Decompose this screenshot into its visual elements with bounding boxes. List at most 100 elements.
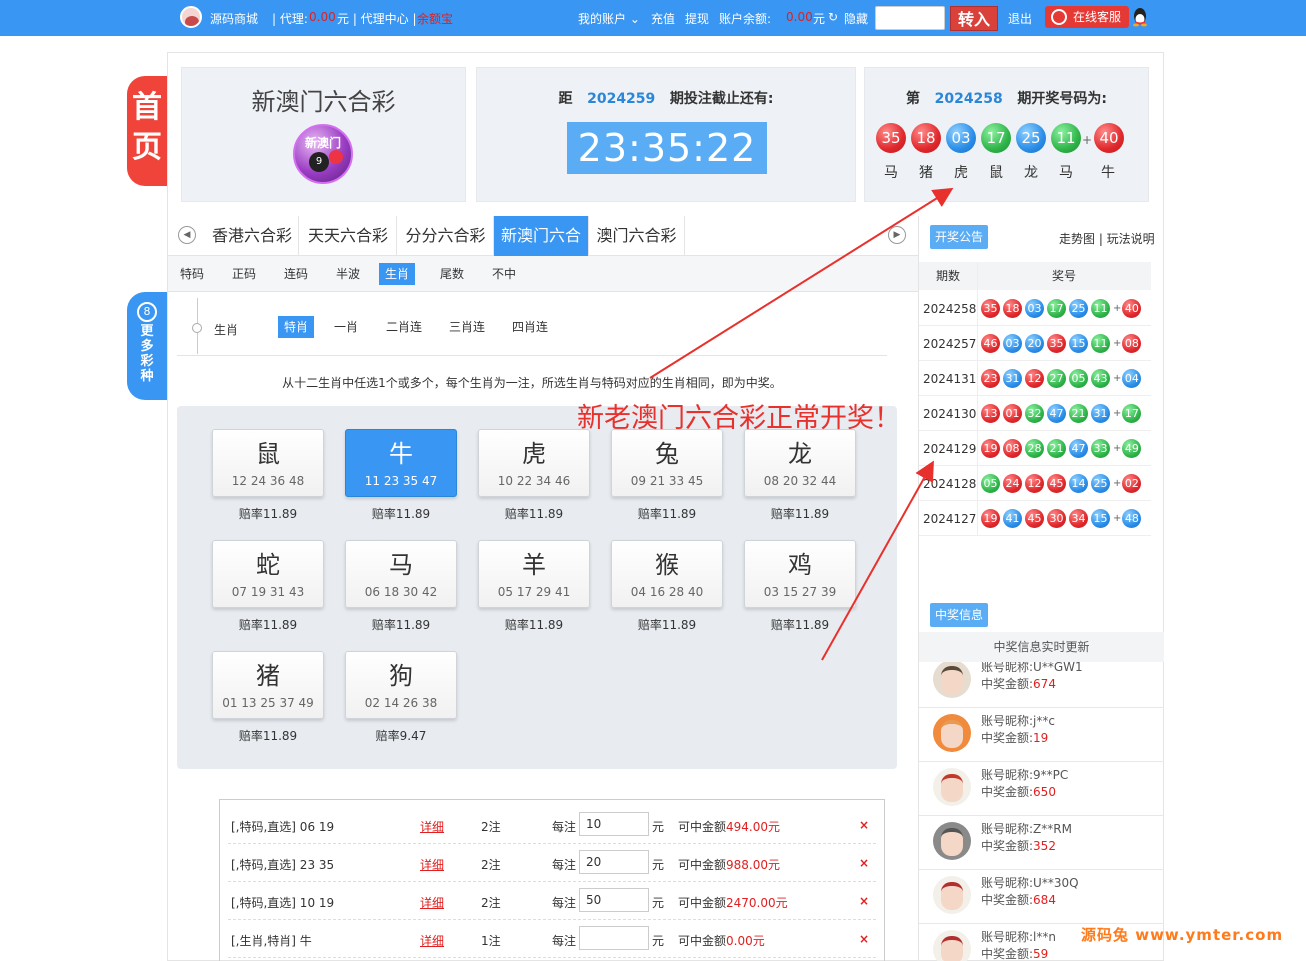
- plus-sign: +: [1081, 132, 1093, 147]
- zodiac-option[interactable]: 狗 02 14 26 38: [345, 651, 457, 719]
- online-service-button[interactable]: 在线客服: [1045, 6, 1129, 28]
- subtab-banbo[interactable]: 半波: [330, 263, 366, 285]
- zodiac-option[interactable]: 虎 10 22 34 46: [478, 429, 590, 497]
- result-ball: 21: [1069, 404, 1088, 423]
- zodiac-option[interactable]: 兔 09 21 33 45: [611, 429, 723, 497]
- result-balls: 13 01 32 47 21 31 +17: [981, 404, 1144, 423]
- logout-link[interactable]: 退出: [1008, 10, 1032, 27]
- zodiac-option[interactable]: 羊 05 17 29 41: [478, 540, 590, 608]
- bet-description: [,生肖,特肖] 牛: [231, 934, 312, 948]
- withdraw-link[interactable]: 提现: [685, 10, 709, 27]
- winner-nickname: 账号昵称:U**GW1: [981, 662, 1083, 675]
- game-title: 新澳门六合彩: [251, 88, 396, 116]
- delete-bet-icon[interactable]: ×: [859, 856, 869, 870]
- bet-amount-input[interactable]: [579, 926, 649, 950]
- tab-hongkong[interactable]: 香港六合彩: [206, 216, 299, 256]
- draw-ball: 03: [946, 123, 976, 153]
- my-account-menu[interactable]: 我的账户 ⌄: [578, 10, 640, 27]
- play-option-texiao[interactable]: 特肖: [278, 316, 315, 338]
- side-more-games-tab[interactable]: 8 更多彩种: [127, 292, 167, 400]
- draw-announcement-button[interactable]: 开奖公告: [930, 225, 989, 249]
- play-option-erxiao[interactable]: 二肖连: [380, 316, 428, 338]
- result-ball: 12: [1025, 474, 1044, 493]
- subtab-tema[interactable]: 特码: [174, 263, 210, 285]
- plus-sign: +: [1113, 478, 1122, 489]
- refresh-icon[interactable]: ↻: [828, 10, 838, 24]
- bet-amount-input[interactable]: 50: [579, 888, 649, 912]
- zodiac-option[interactable]: 牛 11 23 35 47: [345, 429, 457, 497]
- hide-balance-link[interactable]: 隐藏: [844, 10, 868, 27]
- subtab-buzhong[interactable]: 不中: [486, 263, 522, 285]
- subtab-weishu[interactable]: 尾数: [434, 263, 470, 285]
- result-balls: 19 08 28 21 47 33 +49: [981, 439, 1144, 458]
- site-name[interactable]: 源码商城: [210, 10, 258, 27]
- tabs-next-icon[interactable]: ▶: [888, 226, 906, 244]
- bet-amount-input[interactable]: 20: [579, 850, 649, 874]
- subtab-shengxiao[interactable]: 生肖: [379, 263, 416, 285]
- delete-bet-icon[interactable]: ×: [859, 932, 869, 946]
- zodiac-option[interactable]: 鸡 03 15 27 39: [744, 540, 856, 608]
- balance-treasure-link[interactable]: 余额宝: [417, 10, 453, 27]
- zodiac-option[interactable]: 猪 01 13 25 37 49: [212, 651, 324, 719]
- bet-detail-link[interactable]: 详细: [420, 932, 444, 949]
- bet-unit: 元: [652, 820, 665, 834]
- result-ball: 45: [1047, 474, 1066, 493]
- chart-rules-links[interactable]: 走势图 | 玩法说明: [1059, 230, 1155, 247]
- zodiac-name: 猪: [256, 662, 280, 690]
- bet-detail-link[interactable]: 详细: [420, 818, 444, 835]
- delete-bet-icon[interactable]: ×: [859, 818, 869, 832]
- result-row: 2024128 05 24 12 45 14 25 +02: [919, 466, 1151, 501]
- zodiac-option[interactable]: 鼠 12 24 36 48: [212, 429, 324, 497]
- zodiac-option[interactable]: 蛇 07 19 31 43: [212, 540, 324, 608]
- winner-list[interactable]: 账号昵称:U**GW1 中奖金额:674 账号昵称:j**c 中奖金额:19 账号昵称:…: [919, 662, 1164, 961]
- result-row: 2024127 19 41 45 30 34 15 +48: [919, 501, 1151, 536]
- play-option-yixiao[interactable]: 一肖: [328, 316, 364, 338]
- amount-label: 中奖金额:: [981, 785, 1034, 799]
- result-ball: 14: [1069, 474, 1088, 493]
- countdown-label: 距 2024259 期投注截止还有:: [558, 91, 774, 107]
- play-option-sanxiao[interactable]: 三肖连: [443, 316, 491, 338]
- recharge-link[interactable]: 充值: [651, 10, 675, 27]
- draw-zodiac-label: 马: [884, 165, 898, 181]
- result-ball: 05: [1069, 369, 1088, 388]
- winner-info-button[interactable]: 中奖信息: [930, 603, 989, 627]
- result-row: 2024130 13 01 32 47 21 31 +17: [919, 396, 1151, 431]
- transfer-button[interactable]: 转入: [950, 6, 998, 31]
- result-balls: 46 03 20 35 15 11 +08: [981, 334, 1144, 353]
- result-ball: 03: [1025, 299, 1044, 318]
- bet-amount-input[interactable]: 10: [579, 812, 649, 836]
- radio-dot: [192, 323, 202, 333]
- side-home-tab[interactable]: 首页: [127, 76, 167, 186]
- nick-label: 账号昵称:: [981, 768, 1034, 782]
- tab-fenfen[interactable]: 分分六合彩: [398, 216, 494, 256]
- bet-detail-link[interactable]: 详细: [420, 894, 444, 911]
- tabs-prev-icon[interactable]: ◀: [178, 226, 196, 244]
- countdown-timer: 23:35:22: [567, 122, 767, 174]
- zodiac-numbers: 03 15 27 39: [763, 585, 837, 599]
- result-ball: 15: [1091, 509, 1110, 528]
- delete-bet-icon[interactable]: ×: [859, 894, 869, 908]
- result-ball: 35: [1047, 334, 1066, 353]
- zodiac-option[interactable]: 猴 04 16 28 40: [611, 540, 723, 608]
- qq-icon[interactable]: [1131, 7, 1149, 27]
- amount-value: 59: [1033, 947, 1049, 961]
- game-card: 新澳门六合彩 新澳门 9: [181, 67, 466, 202]
- subtab-zhengma[interactable]: 正码: [226, 263, 262, 285]
- nick-value: l**n: [1033, 930, 1056, 944]
- subtab-lianma[interactable]: 连码: [278, 263, 314, 285]
- user-avatar[interactable]: [180, 6, 202, 28]
- zodiac-option[interactable]: 龙 08 20 32 44: [744, 429, 856, 497]
- zodiac-option[interactable]: 马 06 18 30 42: [345, 540, 457, 608]
- play-option-sixiao[interactable]: 四肖连: [506, 316, 554, 338]
- tab-new-macau[interactable]: 新澳门六合: [494, 216, 589, 256]
- transfer-amount-input[interactable]: [875, 6, 945, 30]
- amount-label: 中奖金额:: [981, 947, 1034, 961]
- tab-tiantian[interactable]: 天天六合彩: [300, 216, 397, 256]
- tab-macau[interactable]: 澳门六合彩: [589, 216, 685, 256]
- amount-value: 674: [1033, 677, 1056, 691]
- plus-sign: +: [1113, 338, 1122, 349]
- zodiac-odds: 赔率11.89: [238, 618, 298, 632]
- agent-center-link[interactable]: 元 | 代理中心 |: [337, 10, 417, 27]
- bet-count: 2注: [481, 896, 501, 910]
- bet-detail-link[interactable]: 详细: [420, 856, 444, 873]
